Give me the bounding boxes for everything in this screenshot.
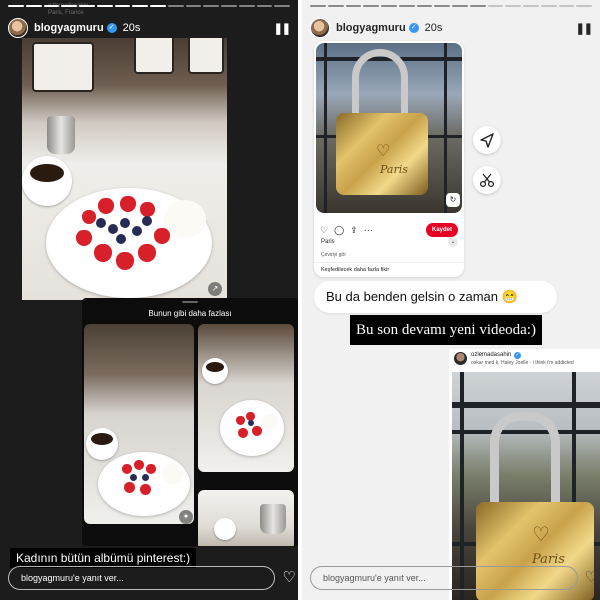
- board-name[interactable]: Paris: [321, 239, 335, 245]
- comment-icon[interactable]: ◯: [334, 225, 344, 236]
- heart-icon[interactable]: ♡: [283, 569, 296, 587]
- pin-thumbnail[interactable]: [198, 324, 294, 472]
- blueberry: [96, 218, 106, 228]
- heart-engraving-icon: ♡: [376, 143, 391, 160]
- story-header: blogyagmuru ✓ 20s ❚❚: [8, 17, 291, 39]
- strawberry: [116, 252, 134, 270]
- more-icon[interactable]: ···: [364, 225, 373, 235]
- chair: [134, 38, 174, 74]
- chair: [188, 38, 224, 74]
- save-button[interactable]: Kaydet: [425, 223, 458, 237]
- drag-handle[interactable]: [182, 301, 198, 303]
- music-info: oskar med k, Haley Joelle · i think i'm …: [471, 360, 574, 366]
- shared-post-username[interactable]: ozlemadasahin ✓: [471, 352, 522, 359]
- bridge-rail: [452, 402, 600, 408]
- lock-engraving: Paris: [532, 552, 565, 567]
- story-header: blogyagmuru ✓ 20s ❚❚: [310, 17, 593, 39]
- chevron-down-icon[interactable]: ⌄: [448, 237, 458, 247]
- strawberry: [82, 210, 96, 224]
- story-username[interactable]: blogyagmuru: [336, 22, 406, 34]
- image-sticker-icon[interactable]: ↗: [208, 282, 222, 296]
- breakfast-photo: ↗: [22, 38, 227, 300]
- divider: [314, 262, 464, 263]
- cream-bowl: [164, 200, 206, 238]
- pause-icon[interactable]: ❚❚: [274, 22, 291, 35]
- reply-input[interactable]: blogyagmuru'e yanıt ver...: [310, 566, 578, 590]
- story-caption: Kadının bütün albümü pinterest:): [10, 548, 197, 568]
- story-username[interactable]: blogyagmuru: [34, 22, 104, 34]
- right-story: blogyagmuru ✓ 20s ❚❚ ♡ Paris ↻ ♡ ◯ ⇪ ···…: [302, 0, 600, 600]
- avatar[interactable]: [8, 18, 28, 38]
- heart-icon[interactable]: ♡: [585, 569, 598, 587]
- pin-actions: ♡ ◯ ⇪ ··· Kaydet: [320, 221, 458, 239]
- story-time: 20s: [424, 22, 443, 34]
- pause-icon[interactable]: ❚❚: [576, 22, 593, 35]
- left-story: ozlemadasahin Paris, France blogyagmuru …: [0, 0, 298, 600]
- pin-thumbnail[interactable]: [198, 490, 294, 546]
- background-user-info: ozlemadasahin Paris, France: [48, 3, 89, 17]
- more-like-this-title: Bunun gibi daha fazlası: [148, 309, 232, 318]
- padlock-shackle: [490, 412, 560, 508]
- strawberry: [138, 244, 156, 262]
- reply-input[interactable]: blogyagmuru'e yanıt ver...: [8, 566, 275, 590]
- send-icon: [480, 133, 494, 148]
- strawberry: [98, 198, 114, 214]
- chair: [32, 42, 94, 92]
- pin-icon[interactable]: ✦: [179, 510, 193, 524]
- verified-badge-icon: ✓: [106, 23, 117, 33]
- blueberry: [116, 234, 126, 244]
- padlock-photo: ♡ Paris: [316, 43, 462, 213]
- verified-badge-icon: ✓: [408, 23, 419, 33]
- strawberry: [120, 196, 136, 212]
- message-bubble: Bu da benden gelsin o zaman 😁: [314, 281, 557, 313]
- send-button[interactable]: [473, 126, 501, 154]
- share-icon[interactable]: ⇪: [350, 225, 358, 236]
- more-like-this-card[interactable]: Bunun gibi daha fazlası ✦: [82, 298, 298, 546]
- avatar[interactable]: [454, 352, 467, 365]
- story-comparison: ozlemadasahin Paris, France blogyagmuru …: [0, 0, 600, 600]
- avatar[interactable]: [310, 18, 330, 38]
- bridge-rail: [444, 43, 447, 213]
- story-time: 20s: [122, 22, 141, 34]
- teapot: [47, 116, 75, 154]
- strawberry: [140, 202, 155, 217]
- verified-badge-icon: ✓: [514, 352, 522, 359]
- lock-engraving: Paris: [380, 163, 408, 176]
- strawberry: [76, 230, 92, 246]
- strawberry: [94, 244, 112, 262]
- shared-post-card[interactable]: ozlemadasahin ✓ oskar med k, Haley Joell…: [449, 349, 600, 600]
- blueberry: [120, 218, 130, 228]
- pinterest-pin-card[interactable]: ♡ Paris ↻ ♡ ◯ ⇪ ··· Kaydet Paris ⌄ Çevir…: [314, 41, 464, 277]
- bridge-rail: [324, 43, 327, 213]
- effects-button[interactable]: [473, 166, 501, 194]
- heart-engraving-icon: ♡: [532, 524, 550, 546]
- more-ideas-label: Keşfedilecek daha fazla fikir: [321, 267, 390, 273]
- like-icon[interactable]: ♡: [320, 225, 328, 236]
- coffee: [30, 164, 64, 182]
- share-sticker-icon[interactable]: ↻: [446, 193, 460, 207]
- blueberry: [132, 226, 142, 236]
- blueberry: [108, 224, 118, 234]
- story-progress-bar: [310, 5, 592, 7]
- pin-thumbnail[interactable]: [84, 324, 194, 524]
- translate-link[interactable]: Çeviriyi gör: [321, 252, 346, 258]
- blueberry: [142, 216, 152, 226]
- scissors-icon: [479, 173, 495, 188]
- story-caption: Bu son devamı yeni videoda:): [350, 315, 542, 345]
